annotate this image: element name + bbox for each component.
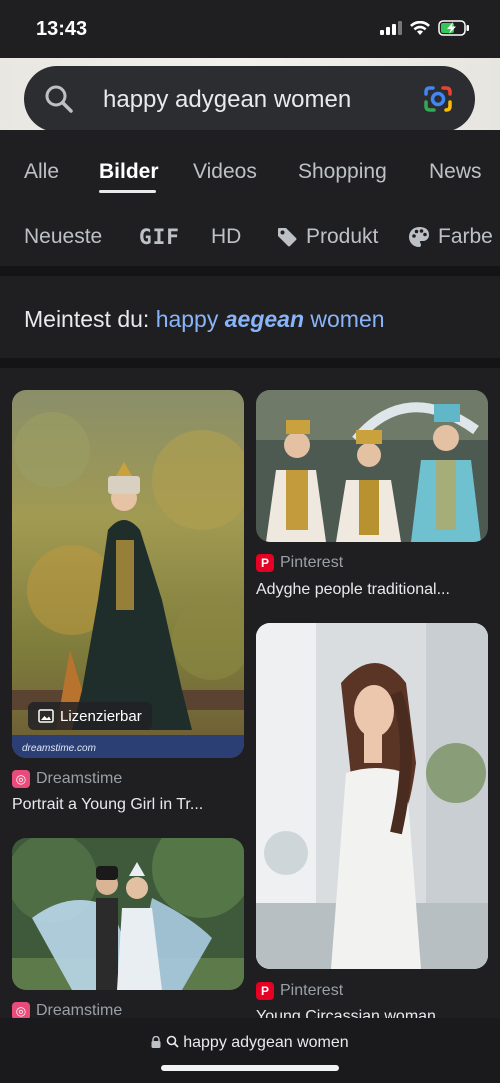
google-lens-icon[interactable] xyxy=(422,84,454,114)
chip-label: GIF xyxy=(139,225,180,249)
browser-bottom-bar: happy adygean women xyxy=(0,1018,500,1083)
tab-news[interactable]: News xyxy=(429,160,482,184)
chip-gif[interactable]: GIF xyxy=(139,225,180,249)
dreamstime-icon: ◎ xyxy=(12,1002,30,1018)
spelling-suggestion: Meintest du: happy aegean women xyxy=(0,276,500,358)
photo-young-woman-white-dress xyxy=(256,623,488,969)
chip-hd[interactable]: HD xyxy=(211,225,241,249)
status-bar: 13:43 xyxy=(0,0,500,58)
search-icon[interactable] xyxy=(44,84,74,114)
search-bar[interactable]: happy adygean women xyxy=(24,66,475,132)
watermark-text: dreamstime.com xyxy=(22,743,96,754)
status-icons xyxy=(380,20,470,36)
photo-couple-dancing xyxy=(12,838,244,990)
image-icon xyxy=(38,709,54,723)
result-image-4[interactable] xyxy=(256,623,488,969)
signal-icon xyxy=(380,21,402,35)
result-source[interactable]: ◎ Dreamstime xyxy=(12,1002,122,1018)
license-badge: Lizenzierbar xyxy=(28,702,152,730)
image-results-grid: dreamstime.com Lizenzierbar ◎ Dreamstime… xyxy=(0,368,500,1018)
suggestion-corrected-word: aegean xyxy=(224,306,305,332)
suggestion-prefix: Meintest du: xyxy=(24,306,156,332)
result-source[interactable]: P Pinterest xyxy=(256,554,343,572)
source-name: Pinterest xyxy=(280,554,344,571)
photo-group-traditional-costume xyxy=(256,390,488,542)
tab-shopping[interactable]: Shopping xyxy=(298,160,387,184)
chip-label: Neueste xyxy=(24,225,103,248)
section-divider xyxy=(0,266,500,276)
source-name: Dreamstime xyxy=(36,770,123,787)
suggestion-text: Meintest du: happy aegean women xyxy=(24,306,385,333)
status-time: 13:43 xyxy=(36,18,88,40)
chip-farbe[interactable]: Farbe xyxy=(408,225,493,249)
home-indicator[interactable] xyxy=(161,1065,339,1071)
wifi-icon xyxy=(410,20,430,35)
tag-icon xyxy=(278,228,297,247)
filter-chips: Neueste GIF HD Produkt Farbe xyxy=(0,202,500,266)
source-name: Dreamstime xyxy=(36,1002,123,1018)
result-title[interactable]: Adyghe people traditional... xyxy=(256,581,450,599)
search-header: happy adygean women xyxy=(0,58,500,132)
result-image-1[interactable]: dreamstime.com Lizenzierbar xyxy=(12,390,244,758)
section-divider xyxy=(0,358,500,368)
chip-produkt[interactable]: Produkt xyxy=(276,225,378,249)
result-title[interactable]: Young Circassian woman... xyxy=(256,1008,449,1018)
suggestion-word-1: happy xyxy=(155,306,225,332)
chip-label: Farbe xyxy=(438,225,493,248)
pinterest-icon: P xyxy=(256,982,274,1000)
active-tab-indicator xyxy=(99,190,156,193)
chip-label: Produkt xyxy=(306,225,379,248)
result-source[interactable]: P Pinterest xyxy=(256,982,343,1000)
tab-videos[interactable]: Videos xyxy=(193,160,257,184)
suggestion-word-3: women xyxy=(304,306,385,332)
address-text: happy adygean women xyxy=(183,1034,349,1051)
lock-icon xyxy=(151,1035,161,1048)
battery-charging-icon xyxy=(438,20,469,36)
address-bar[interactable]: happy adygean women xyxy=(0,1034,500,1052)
result-title[interactable]: Portrait a Young Girl in Tr... xyxy=(12,796,203,814)
search-tabs: Alle Bilder Videos Shopping News xyxy=(0,130,500,202)
chip-neueste[interactable]: Neueste xyxy=(24,225,102,249)
dreamstime-icon: ◎ xyxy=(12,770,30,788)
suggestion-link[interactable]: happy aegean women xyxy=(156,306,385,332)
result-image-3[interactable] xyxy=(12,838,244,990)
source-name: Pinterest xyxy=(280,982,344,999)
tab-alle[interactable]: Alle xyxy=(24,160,59,184)
tab-bilder[interactable]: Bilder xyxy=(99,160,159,184)
license-label: Lizenzierbar xyxy=(60,707,142,725)
result-image-2[interactable] xyxy=(256,390,488,542)
search-query[interactable]: happy adygean women xyxy=(103,86,351,114)
search-small-icon xyxy=(166,1035,179,1048)
palette-icon xyxy=(409,227,429,247)
chip-label: HD xyxy=(211,225,242,248)
pinterest-icon: P xyxy=(256,554,274,572)
result-source[interactable]: ◎ Dreamstime xyxy=(12,770,122,788)
